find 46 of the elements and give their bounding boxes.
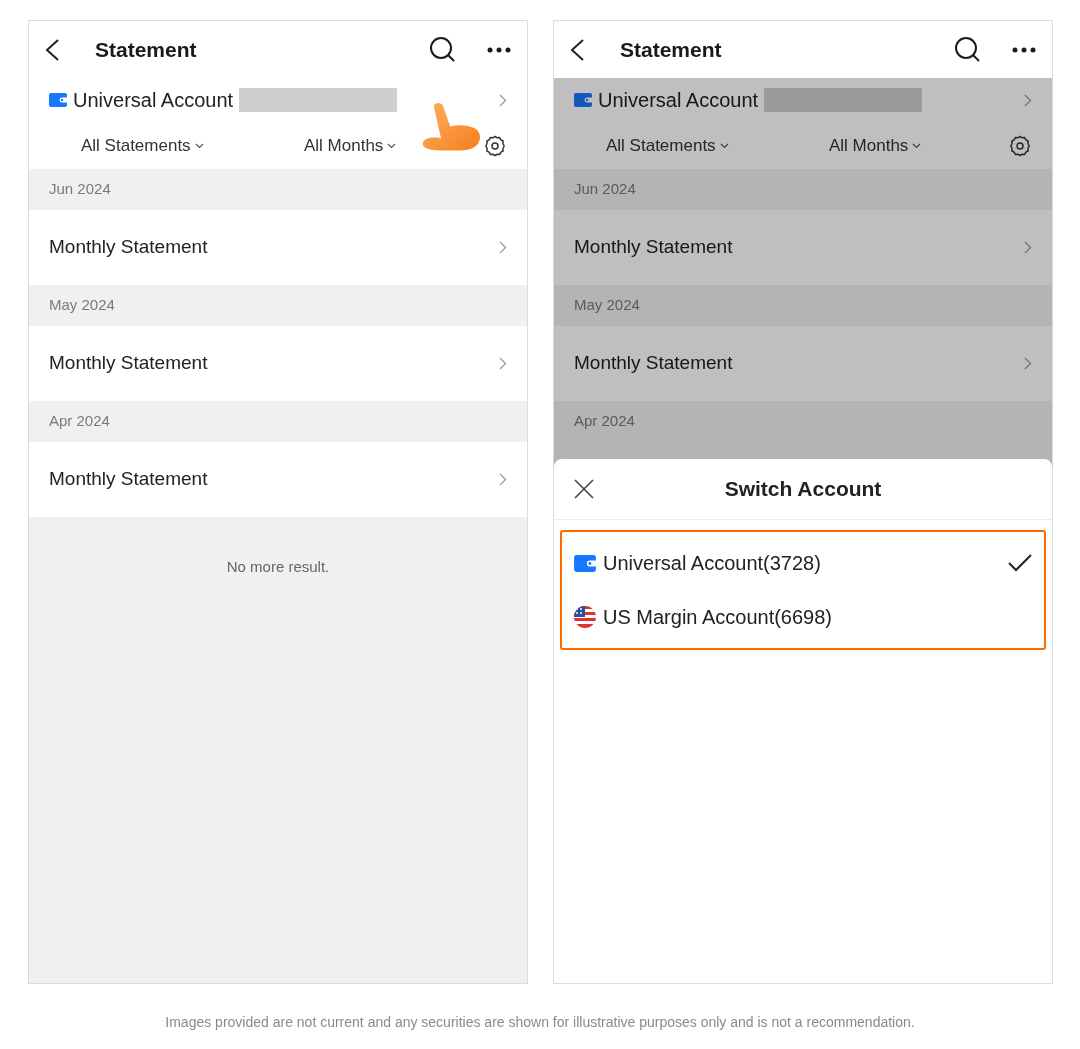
month-header: Jun 2024 [49,179,111,200]
month-header: May 2024 [574,295,640,316]
filter-dropdown[interactable]: All Months [304,132,397,159]
end-of-list-text: No more result. [226,557,330,577]
checkmark-icon [1008,554,1032,572]
account-selector[interactable]: Universal Account [554,78,1052,122]
statement-row[interactable]: Monthly Statement [554,326,1052,401]
settings-icon[interactable] [1008,133,1032,158]
chevron-right-icon [499,473,507,486]
search-icon[interactable] [954,35,982,64]
account-option[interactable]: US Margin Account(6698) [562,599,1044,635]
wallet-icon [574,554,596,572]
disclaimer-text: Images provided are not current and any securities are shown for illustrative purposes only and is not a recommendation. [165,1013,915,1032]
month-header: Jun 2024 [574,179,636,200]
filter-dropdown[interactable]: All Months [829,132,922,159]
search-icon[interactable] [429,35,457,64]
account-selector[interactable]: Universal Account [29,78,527,122]
page-title: Statement [95,36,198,63]
flag-icon [574,606,596,628]
more-icon[interactable] [1012,46,1036,53]
month-header: Apr 2024 [49,411,110,432]
filter-dropdown[interactable]: All Statements [606,132,829,159]
caret-icon [719,142,729,149]
chevron-right-icon [1024,241,1032,254]
settings-icon[interactable] [483,133,507,158]
sheet-title: Switch Account [723,476,883,503]
statement-row[interactable]: Monthly Statement [29,326,527,401]
month-header: Apr 2024 [574,411,635,432]
page-title: Statement [620,36,723,63]
caret-icon [912,142,922,149]
chevron-right-icon [1024,93,1032,107]
caret-icon [194,142,204,149]
close-icon[interactable] [574,479,594,499]
wallet-icon [574,93,592,107]
caret-icon [387,142,397,149]
more-icon[interactable] [487,46,511,53]
filter-dropdown[interactable]: All Statements [81,132,304,159]
chevron-right-icon [1024,357,1032,370]
month-header: May 2024 [49,295,115,316]
wallet-icon [49,93,67,107]
statement-row[interactable]: Monthly Statement [29,210,527,285]
statement-row[interactable]: Monthly Statement [554,210,1052,285]
statement-row[interactable]: Monthly Statement [29,442,527,517]
chevron-right-icon [499,357,507,370]
chevron-right-icon [499,241,507,254]
chevron-right-icon [499,93,507,107]
